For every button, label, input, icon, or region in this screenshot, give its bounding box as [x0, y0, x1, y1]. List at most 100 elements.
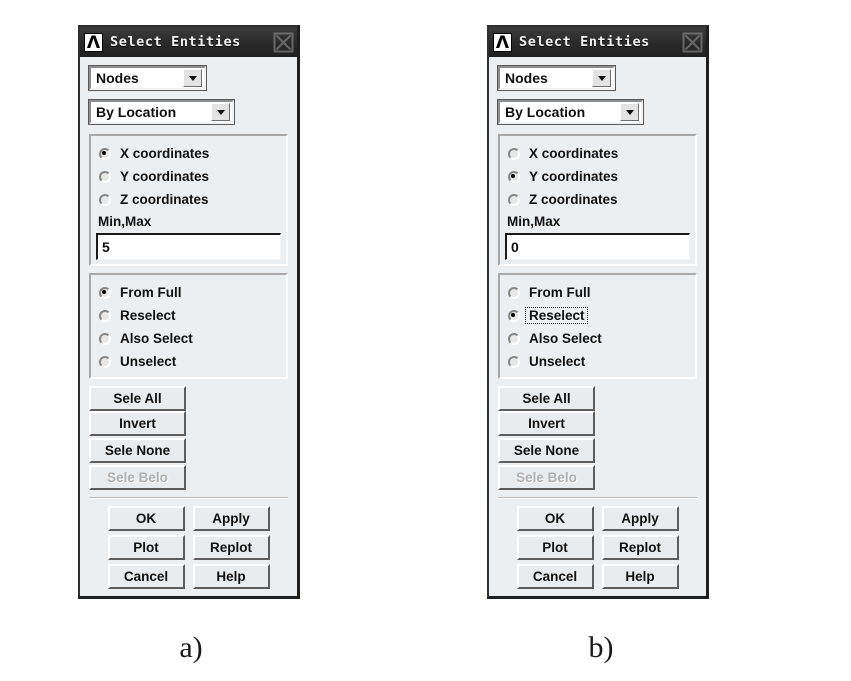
radio-indicator-icon [99, 193, 111, 206]
close-icon[interactable] [682, 32, 703, 53]
radio-indicator-icon [99, 170, 111, 183]
button-divider [498, 497, 697, 499]
radio-x-coordinates[interactable]: X coordinates [505, 142, 690, 165]
chevron-down-icon[interactable] [592, 69, 611, 87]
help-button[interactable]: Help [192, 564, 270, 589]
radio-z-coordinates[interactable]: Z coordinates [96, 188, 281, 211]
selection-criteria-value: By Location [96, 104, 177, 120]
titlebar[interactable]: Λ Select Entities [80, 27, 297, 57]
ok-button[interactable]: OK [516, 506, 594, 531]
radio-from-full[interactable]: From Full [96, 281, 281, 304]
apply-button[interactable]: Apply [601, 506, 679, 531]
radio-label: X coordinates [529, 146, 619, 161]
radio-indicator-icon [99, 309, 111, 322]
action-button-group: OK Apply Plot Replot Cancel Help [89, 506, 288, 589]
ok-button[interactable]: OK [107, 506, 185, 531]
radio-indicator-icon [99, 332, 111, 345]
chevron-down-icon[interactable] [211, 103, 230, 121]
sele-none-button[interactable]: Sele None [498, 438, 595, 463]
plot-button[interactable]: Plot [516, 535, 594, 560]
select-entities-dialog-a: Λ Select Entities Nodes By Location X co… [78, 25, 300, 599]
radio-also-select[interactable]: Also Select [505, 327, 690, 350]
cancel-button[interactable]: Cancel [107, 564, 185, 589]
selection-button-group: Sele All Invert Sele None Sele Belo [498, 386, 697, 490]
radio-label: X coordinates [120, 146, 210, 161]
radio-also-select[interactable]: Also Select [96, 327, 281, 350]
radio-indicator-icon [508, 309, 520, 322]
entity-type-value: Nodes [96, 70, 139, 86]
figure-caption-a: a) [179, 631, 203, 664]
radio-indicator-icon [99, 147, 111, 160]
radio-indicator-icon [508, 332, 520, 345]
sele-all-button[interactable]: Sele All [498, 386, 595, 411]
replot-button[interactable]: Replot [192, 535, 270, 560]
radio-y-coordinates[interactable]: Y coordinates [96, 165, 281, 188]
radio-indicator-icon [99, 286, 111, 299]
radio-indicator-icon [508, 147, 520, 160]
sele-all-button[interactable]: Sele All [89, 386, 186, 411]
min-max-value: 5 [102, 239, 110, 255]
min-max-input[interactable]: 0 [505, 233, 690, 260]
radio-reselect[interactable]: Reselect [96, 304, 281, 327]
dialog-body: Nodes By Location X coordinates Y coordi… [489, 57, 706, 596]
chevron-down-icon[interactable] [620, 103, 639, 121]
radio-label: Reselect [525, 307, 588, 324]
radio-indicator-icon [508, 355, 520, 368]
chevron-down-icon[interactable] [183, 69, 202, 87]
replot-button[interactable]: Replot [601, 535, 679, 560]
radio-reselect[interactable]: Reselect [505, 304, 690, 327]
radio-indicator-icon [508, 193, 520, 206]
radio-label: Also Select [120, 331, 193, 346]
selection-criteria-value: By Location [505, 104, 586, 120]
min-max-label: Min,Max [507, 214, 561, 229]
radio-label: Z coordinates [120, 192, 209, 207]
sele-below-button: Sele Belo [89, 465, 186, 490]
entity-type-dropdown[interactable]: Nodes [497, 65, 616, 91]
invert-button[interactable]: Invert [89, 411, 186, 436]
selection-mode-group: From Full Reselect Also Select Unselect [89, 273, 288, 379]
help-button[interactable]: Help [601, 564, 679, 589]
selection-criteria-dropdown[interactable]: By Location [88, 99, 235, 125]
radio-from-full[interactable]: From Full [505, 281, 690, 304]
radio-indicator-icon [508, 286, 520, 299]
selection-mode-group: From Full Reselect Also Select Unselect [498, 273, 697, 379]
min-max-value: 0 [511, 239, 519, 255]
plot-button[interactable]: Plot [107, 535, 185, 560]
selection-criteria-dropdown[interactable]: By Location [497, 99, 644, 125]
figure-caption-b: b) [588, 631, 614, 664]
titlebar[interactable]: Λ Select Entities [489, 27, 706, 57]
cancel-button[interactable]: Cancel [516, 564, 594, 589]
radio-indicator-icon [99, 355, 111, 368]
sele-none-button[interactable]: Sele None [89, 438, 186, 463]
ansys-lambda-logo-icon: Λ [493, 32, 512, 52]
dialog-title: Select Entities [110, 34, 241, 50]
sele-below-button: Sele Belo [498, 465, 595, 490]
radio-unselect[interactable]: Unselect [505, 350, 690, 373]
selection-button-group: Sele All Invert Sele None Sele Belo [89, 386, 288, 490]
min-max-input[interactable]: 5 [96, 233, 281, 260]
ansys-lambda-logo-icon: Λ [84, 32, 103, 52]
invert-button[interactable]: Invert [498, 411, 595, 436]
apply-button[interactable]: Apply [192, 506, 270, 531]
dialog-title: Select Entities [519, 34, 650, 50]
radio-label: From Full [120, 285, 182, 300]
coordinate-group: X coordinates Y coordinates Z coordinate… [498, 134, 697, 266]
entity-type-dropdown[interactable]: Nodes [88, 65, 207, 91]
radio-label: Y coordinates [529, 169, 619, 184]
radio-x-coordinates[interactable]: X coordinates [96, 142, 281, 165]
radio-z-coordinates[interactable]: Z coordinates [505, 188, 690, 211]
button-divider [89, 497, 288, 499]
radio-label: Also Select [529, 331, 602, 346]
radio-y-coordinates[interactable]: Y coordinates [505, 165, 690, 188]
radio-label: Z coordinates [529, 192, 618, 207]
radio-unselect[interactable]: Unselect [96, 350, 281, 373]
radio-indicator-icon [508, 170, 520, 183]
close-icon[interactable] [273, 32, 294, 53]
select-entities-dialog-b: Λ Select Entities Nodes By Location X co… [487, 25, 709, 599]
entity-type-value: Nodes [505, 70, 548, 86]
radio-label: Unselect [120, 354, 177, 369]
radio-label: Reselect [120, 308, 176, 323]
radio-label: Y coordinates [120, 169, 210, 184]
action-button-group: OK Apply Plot Replot Cancel Help [498, 506, 697, 589]
min-max-label: Min,Max [98, 214, 152, 229]
